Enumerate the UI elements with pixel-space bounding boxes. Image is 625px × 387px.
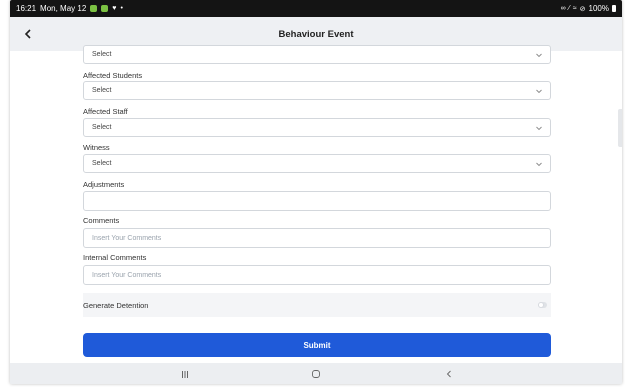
- battery-level: 100%: [588, 4, 609, 13]
- recents-icon: [182, 370, 188, 378]
- affected-students-select[interactable]: Select: [83, 81, 551, 100]
- chevron-down-icon: [536, 89, 542, 94]
- dnd-icon: ⊘: [579, 5, 586, 13]
- mute-icon: ⁄: [568, 5, 570, 12]
- wifi-icon: ≈: [572, 5, 577, 12]
- generate-detention-toggle[interactable]: [538, 302, 547, 308]
- chevron-left-icon: [24, 29, 31, 39]
- status-date: Mon, May 12: [40, 4, 87, 13]
- generate-detention-row: Generate Detention: [83, 293, 551, 317]
- affected-staff-value: Select: [92, 124, 112, 131]
- affected-students-value: Select: [92, 87, 112, 94]
- page-title: Behaviour Event: [278, 28, 354, 40]
- chevron-down-icon: [536, 126, 542, 131]
- affected-staff-label: Affected Staff: [83, 107, 128, 116]
- home-icon: [312, 370, 320, 378]
- internal-comments-placeholder: Insert Your Comments: [92, 271, 162, 279]
- recents-button[interactable]: [177, 367, 193, 381]
- adjustments-label: Adjustments: [83, 180, 125, 189]
- status-right: ∞ ⁄ ≈ ⊘ 100%: [561, 4, 616, 13]
- category-select-value: Select: [92, 51, 112, 58]
- category-select[interactable]: Select: [83, 45, 551, 64]
- home-button[interactable]: [308, 367, 324, 381]
- affected-students-label: Affected Students: [83, 71, 143, 80]
- submit-button[interactable]: Submit: [83, 333, 551, 357]
- comments-label: Comments: [83, 216, 120, 225]
- toggle-knob: [538, 302, 544, 308]
- app-notification-icon: [90, 5, 98, 12]
- status-left: 16:21 Mon, May 12 ♥ •: [16, 4, 123, 13]
- chevron-down-icon: [536, 53, 542, 58]
- nav-back-icon: [446, 370, 451, 378]
- internal-comments-input[interactable]: Insert Your Comments: [83, 265, 551, 285]
- system-nav-bar: [10, 363, 622, 384]
- device-frame: 16:21 Mon, May 12 ♥ • ∞ ⁄ ≈ ⊘ 100% Behav…: [10, 0, 622, 384]
- battery-icon: [612, 5, 616, 12]
- app-notification-icon-2: [101, 5, 109, 12]
- affected-staff-select[interactable]: Select: [83, 118, 551, 137]
- nav-back-button[interactable]: [441, 367, 457, 381]
- status-bar: 16:21 Mon, May 12 ♥ • ∞ ⁄ ≈ ⊘ 100%: [10, 0, 622, 17]
- generate-detention-label: Generate Detention: [83, 300, 149, 310]
- chevron-down-icon: [536, 162, 542, 167]
- internal-comments-label: Internal Comments: [83, 253, 147, 262]
- witness-label: Witness: [83, 143, 110, 152]
- witness-value: Select: [92, 160, 112, 167]
- form-content: Select Affected Students Select Affected…: [10, 45, 622, 363]
- edge-panel-handle[interactable]: [618, 109, 622, 147]
- comments-placeholder: Insert Your Comments: [92, 234, 162, 242]
- status-time: 16:21: [16, 4, 37, 13]
- back-button[interactable]: [20, 26, 36, 42]
- adjustments-input[interactable]: [83, 191, 551, 211]
- link-icon: ∞: [560, 5, 566, 12]
- comments-input[interactable]: Insert Your Comments: [83, 228, 551, 248]
- more-dot-icon: •: [120, 5, 123, 12]
- location-icon: ♥: [112, 5, 117, 12]
- witness-select[interactable]: Select: [83, 154, 551, 173]
